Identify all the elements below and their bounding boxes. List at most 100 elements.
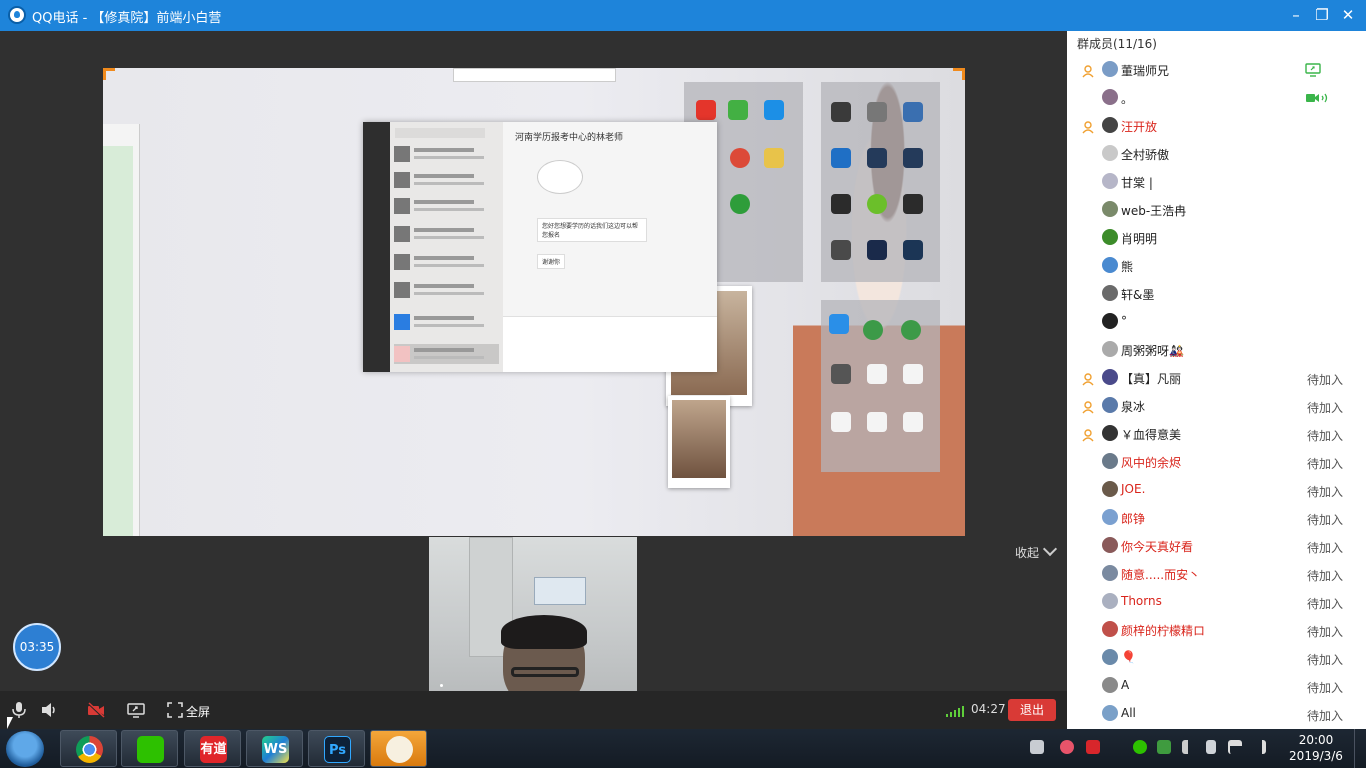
screen-share-icon[interactable] [127,701,145,719]
share-corner-top-left [103,68,115,80]
member-row[interactable]: 你今天真好看 待加入 [1067,531,1366,559]
member-row[interactable]: A 待加入 [1067,671,1366,699]
exit-call-button[interactable]: 退出 [1008,699,1056,721]
wechat-tray-icon[interactable] [1133,740,1147,754]
shared-screen[interactable]: 河南学历报考中心的林老师 您好您想要学历的话我们这边可以帮您报名 谢谢你 [103,68,965,536]
member-row[interactable]: 董瑞师兄 [1067,55,1366,83]
mouse-cursor [7,717,13,729]
network-icon[interactable] [1252,740,1266,754]
taskbar-briefcase[interactable] [370,730,427,767]
member-row[interactable]: 风中的余烬 待加入 [1067,447,1366,475]
file-desktop-icon [867,412,887,432]
avatar [1102,313,1118,329]
member-row[interactable]: 泉冰 待加入 [1067,391,1366,419]
taskbar-wechat[interactable] [121,730,178,767]
avatar [1102,341,1118,357]
avatar [1102,201,1118,217]
member-row[interactable]: 颜梓的柠檬精ロ 待加入 [1067,615,1366,643]
member-name: 董瑞师兄 [1121,64,1170,78]
member-row[interactable]: 熊 [1067,251,1366,279]
avatar [1102,621,1118,637]
speaker-icon[interactable] [40,701,58,719]
taskbar-webstorm[interactable]: WS [246,730,303,767]
minimize-icon[interactable]: – [1285,4,1307,26]
member-row[interactable]: web-王浩冉 [1067,195,1366,223]
member-row[interactable]: 汪开放 [1067,111,1366,139]
member-row[interactable]: JOE. 待加入 [1067,475,1366,503]
start-button[interactable] [6,731,44,767]
qq-desktop-icon [696,100,716,120]
member-row[interactable]: 周粥粥呀🎎 [1067,335,1366,363]
member-row[interactable]: 全村骄傲 [1067,139,1366,167]
system-clock[interactable]: 20:00 2019/3/6 [1286,732,1346,764]
share-toolbar [453,68,616,82]
member-name: 随意.....而安丶 [1121,568,1201,582]
member-status: 待加入 [1307,569,1344,583]
webcam-self-view[interactable] [429,537,637,692]
avatar [1102,425,1118,441]
member-row[interactable]: Thorns 待加入 [1067,587,1366,615]
member-row[interactable]: 轩&墨 [1067,279,1366,307]
app-desktop-icon [867,194,887,214]
fullscreen-icon[interactable] [166,701,184,719]
member-name: 【真】凡丽 [1121,372,1182,386]
windows-taskbar: 有道 WS Ps 20:00 2019/3/6 [0,729,1366,768]
member-status: 待加入 [1307,429,1344,443]
member-name: web-王浩冉 [1121,204,1187,218]
call-timer: 03:35 [19,640,55,654]
battery-icon[interactable] [1206,740,1216,754]
member-row[interactable]: 郎铮 待加入 [1067,503,1366,531]
camera-off-icon[interactable] [87,701,105,719]
member-name: 颜梓的柠檬精ロ [1121,624,1206,638]
collapse-button[interactable]: 收起 [1015,541,1058,561]
avatar [1102,677,1118,693]
member-status: 待加入 [1307,681,1344,695]
app-desktop-icon [863,320,883,340]
app-desktop-icon [831,102,851,122]
member-row[interactable]: All 待加入 [1067,699,1366,727]
app-desktop-icon [903,194,923,214]
video-area: 河南学历报考中心的林老师 您好您想要学历的话我们这边可以帮您报名 谢谢你 收起 … [0,31,1067,692]
avatar [1102,145,1118,161]
member-row[interactable]: ° [1067,307,1366,335]
member-row[interactable]: 肖明明 [1067,223,1366,251]
user-icon [1081,119,1095,134]
taskbar-chrome[interactable] [60,730,117,767]
member-row[interactable]: 随意.....而安丶 待加入 [1067,559,1366,587]
show-desktop-button[interactable] [1354,729,1366,768]
flower-icon[interactable] [1060,740,1074,754]
member-name: ° [1121,314,1127,328]
member-row[interactable]: 🎈 待加入 [1067,643,1366,671]
window-title: QQ电话 - 【修真院】前端小白营 [32,11,222,26]
member-row[interactable]: 。 [1067,83,1366,111]
member-row[interactable]: ￥血得意美 待加入 [1067,419,1366,447]
clock-date: 2019/3/6 [1289,749,1343,763]
member-name: A [1121,678,1130,692]
taskbar-youdao[interactable]: 有道 [184,730,241,767]
flag-icon[interactable] [1228,740,1242,754]
app-desktop-icon [831,148,851,168]
app-tray-icon[interactable] [1086,740,1100,754]
green-tray-icon[interactable] [1157,740,1171,754]
member-status: 待加入 [1307,653,1344,667]
avatar [1102,173,1118,189]
qq-call-window: QQ电话 - 【修真院】前端小白营 – ❐ ✕ 河南学历报考中心的林老师 您好您… [0,0,1366,768]
taskbar-photoshop[interactable]: Ps [308,730,365,767]
member-name: Thorns [1121,594,1162,608]
avatar [1102,565,1118,581]
maximize-icon[interactable]: ❐ [1311,4,1333,26]
member-name: 熊 [1121,260,1134,274]
fullscreen-button[interactable]: 全屏 [186,703,210,720]
file-desktop-icon [831,364,851,384]
member-panel: 群成员(11/16) 董瑞师兄。汪开放 全村骄傲 甘棠 | web-王浩冉 肖明明熊轩&… [1067,31,1366,729]
member-row[interactable]: 【真】凡丽 待加入 [1067,363,1366,391]
member-name: 风中的余烬 [1121,456,1182,470]
volume-icon[interactable] [1182,740,1196,754]
keyboard-icon[interactable] [1030,740,1044,754]
avatar [1102,117,1118,133]
member-row[interactable]: 甘棠 | [1067,167,1366,195]
close-icon[interactable]: ✕ [1337,4,1359,26]
wechat-desktop-icon [728,100,748,120]
chat-message: 谢谢你 [537,254,566,269]
user-icon [1081,427,1095,442]
